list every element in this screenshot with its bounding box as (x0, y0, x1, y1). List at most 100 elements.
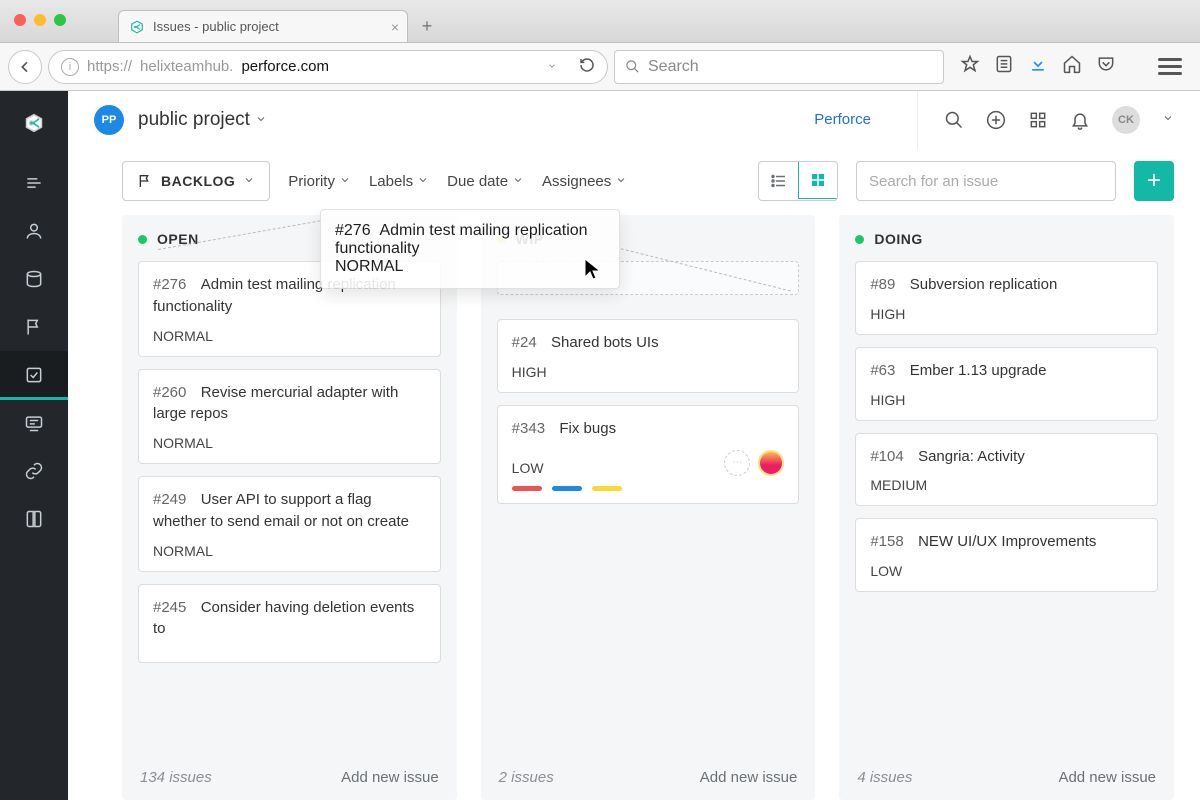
address-bar[interactable]: i https://helixteamhub.perforce.com (48, 50, 608, 84)
issue-title: Consider having deletion events to (153, 599, 414, 638)
project-badge: PP (94, 105, 124, 135)
downloads-icon[interactable] (1028, 54, 1048, 79)
chevron-down-icon (339, 173, 351, 190)
chevron-down-icon (255, 109, 267, 131)
bookmark-icon[interactable] (960, 54, 980, 79)
filter-priority[interactable]: Priority (288, 173, 351, 190)
notifications-button[interactable] (1070, 110, 1090, 130)
tab-favicon (129, 19, 145, 35)
chevron-down-icon (615, 173, 627, 190)
issue-card[interactable]: #89 Subversion replicationHIGH (855, 261, 1158, 335)
home-icon[interactable] (1062, 54, 1082, 79)
issue-priority: LOW (512, 460, 544, 476)
issue-count: 2 issues (499, 769, 554, 786)
nav-issues[interactable] (0, 351, 68, 399)
list-view-button[interactable] (759, 162, 799, 200)
add-issue-link[interactable]: Add new issue (700, 769, 798, 786)
board-view-button[interactable] (798, 161, 838, 199)
nav-activity[interactable] (0, 159, 68, 207)
filter-labels[interactable]: Labels (369, 173, 429, 190)
search-placeholder: Search (648, 58, 699, 76)
assignee-avatar[interactable] (758, 450, 784, 476)
user-menu-chevron-icon[interactable] (1162, 111, 1174, 129)
board-toolbar: BACKLOG Priority Labels Due date Assigne… (68, 149, 1200, 209)
nav-repos[interactable] (0, 255, 68, 303)
new-tab-button[interactable]: + (414, 13, 440, 39)
issue-title: Sangria: Activity (918, 448, 1025, 465)
flag-icon (137, 173, 153, 189)
chevron-down-icon (417, 173, 429, 190)
search-icon (625, 59, 640, 74)
browser-tab[interactable]: Issues - public project × (118, 10, 408, 42)
site-info-icon[interactable]: i (61, 58, 79, 76)
browser-action-icons (950, 54, 1192, 79)
issue-card[interactable]: #343 Fix bugsLOW⋯ (497, 405, 800, 504)
apps-button[interactable] (1028, 110, 1048, 130)
issue-title: Revise mercurial adapter with large repo… (153, 384, 398, 423)
url-host-muted: helixteamhub. (140, 58, 233, 75)
divider (917, 91, 918, 149)
project-switcher[interactable]: public project (138, 109, 267, 131)
issue-number: #245 (153, 599, 186, 616)
filter-due-date[interactable]: Due date (447, 173, 524, 190)
close-window-button[interactable] (14, 14, 26, 26)
nav-links[interactable] (0, 447, 68, 495)
app-header: PP public project Perforce CK (68, 91, 1200, 149)
close-tab-icon[interactable]: × (391, 19, 399, 35)
minimize-window-button[interactable] (34, 14, 46, 26)
fullscreen-window-button[interactable] (54, 14, 66, 26)
issue-title: Shared bots UIs (551, 334, 659, 351)
issue-card[interactable]: #24 Shared bots UIsHIGH (497, 319, 800, 393)
issue-search-input[interactable] (856, 161, 1116, 201)
back-button[interactable] (8, 50, 42, 84)
issue-card[interactable]: #158 NEW UI/UX ImprovementsLOW (855, 518, 1158, 592)
issue-number: #24 (512, 334, 537, 351)
filter-assignees[interactable]: Assignees (542, 173, 627, 190)
nav-reviews[interactable] (0, 399, 68, 447)
issue-card[interactable]: #260 Revise mercurial adapter with large… (138, 369, 441, 465)
add-assignee-icon[interactable]: ⋯ (724, 450, 750, 476)
url-dropdown-icon[interactable] (547, 58, 557, 75)
dragging-card[interactable]: #276 Admin test mailing replication func… (320, 209, 620, 289)
pocket-icon[interactable] (1096, 54, 1116, 79)
user-avatar[interactable]: CK (1112, 106, 1140, 134)
issue-count: 134 issues (140, 769, 212, 786)
nav-milestones[interactable] (0, 303, 68, 351)
chevron-down-icon (512, 173, 524, 190)
browser-search-bar[interactable]: Search (614, 50, 944, 84)
issue-number: #260 (153, 384, 186, 401)
nav-people[interactable] (0, 207, 68, 255)
create-button[interactable] (986, 110, 1006, 130)
column-open: OPEN #276 Admin test mailing replication… (122, 215, 457, 800)
add-issue-link[interactable]: Add new issue (1058, 769, 1156, 786)
issue-title: Admin test mailing replication functiona… (335, 222, 588, 257)
issue-priority: HIGH (870, 306, 1143, 322)
view-selector[interactable]: BACKLOG (122, 161, 270, 201)
add-issue-link[interactable]: Add new issue (341, 769, 439, 786)
nav-wiki[interactable] (0, 495, 68, 543)
menu-icon[interactable] (1158, 58, 1182, 75)
issue-title: NEW UI/UX Improvements (918, 533, 1096, 550)
issue-title: Ember 1.13 upgrade (910, 362, 1047, 379)
issue-card[interactable]: #249 User API to support a flag whether … (138, 476, 441, 572)
view-label: BACKLOG (161, 173, 235, 189)
issue-number: #276 (153, 276, 186, 293)
issue-priority: NORMAL (153, 435, 426, 451)
reload-icon[interactable] (579, 57, 595, 77)
reading-list-icon[interactable] (994, 54, 1014, 79)
issue-title: User API to support a flag whether to se… (153, 491, 409, 530)
issue-card[interactable]: #63 Ember 1.13 upgradeHIGH (855, 347, 1158, 421)
search-button[interactable] (944, 110, 964, 130)
issue-priority: NORMAL (153, 543, 426, 559)
issue-priority: NORMAL (335, 258, 605, 276)
window-controls (14, 14, 66, 26)
issue-card[interactable]: #245 Consider having deletion events to (138, 584, 441, 664)
org-link[interactable]: Perforce (814, 111, 871, 128)
new-issue-button[interactable]: + (1134, 161, 1174, 201)
issue-card[interactable]: #104 Sangria: ActivityMEDIUM (855, 433, 1158, 507)
app-logo[interactable] (16, 105, 52, 141)
column-title: DOING (874, 231, 922, 247)
issue-count: 4 issues (857, 769, 912, 786)
issue-number: #104 (870, 448, 903, 465)
issue-priority: HIGH (870, 392, 1143, 408)
